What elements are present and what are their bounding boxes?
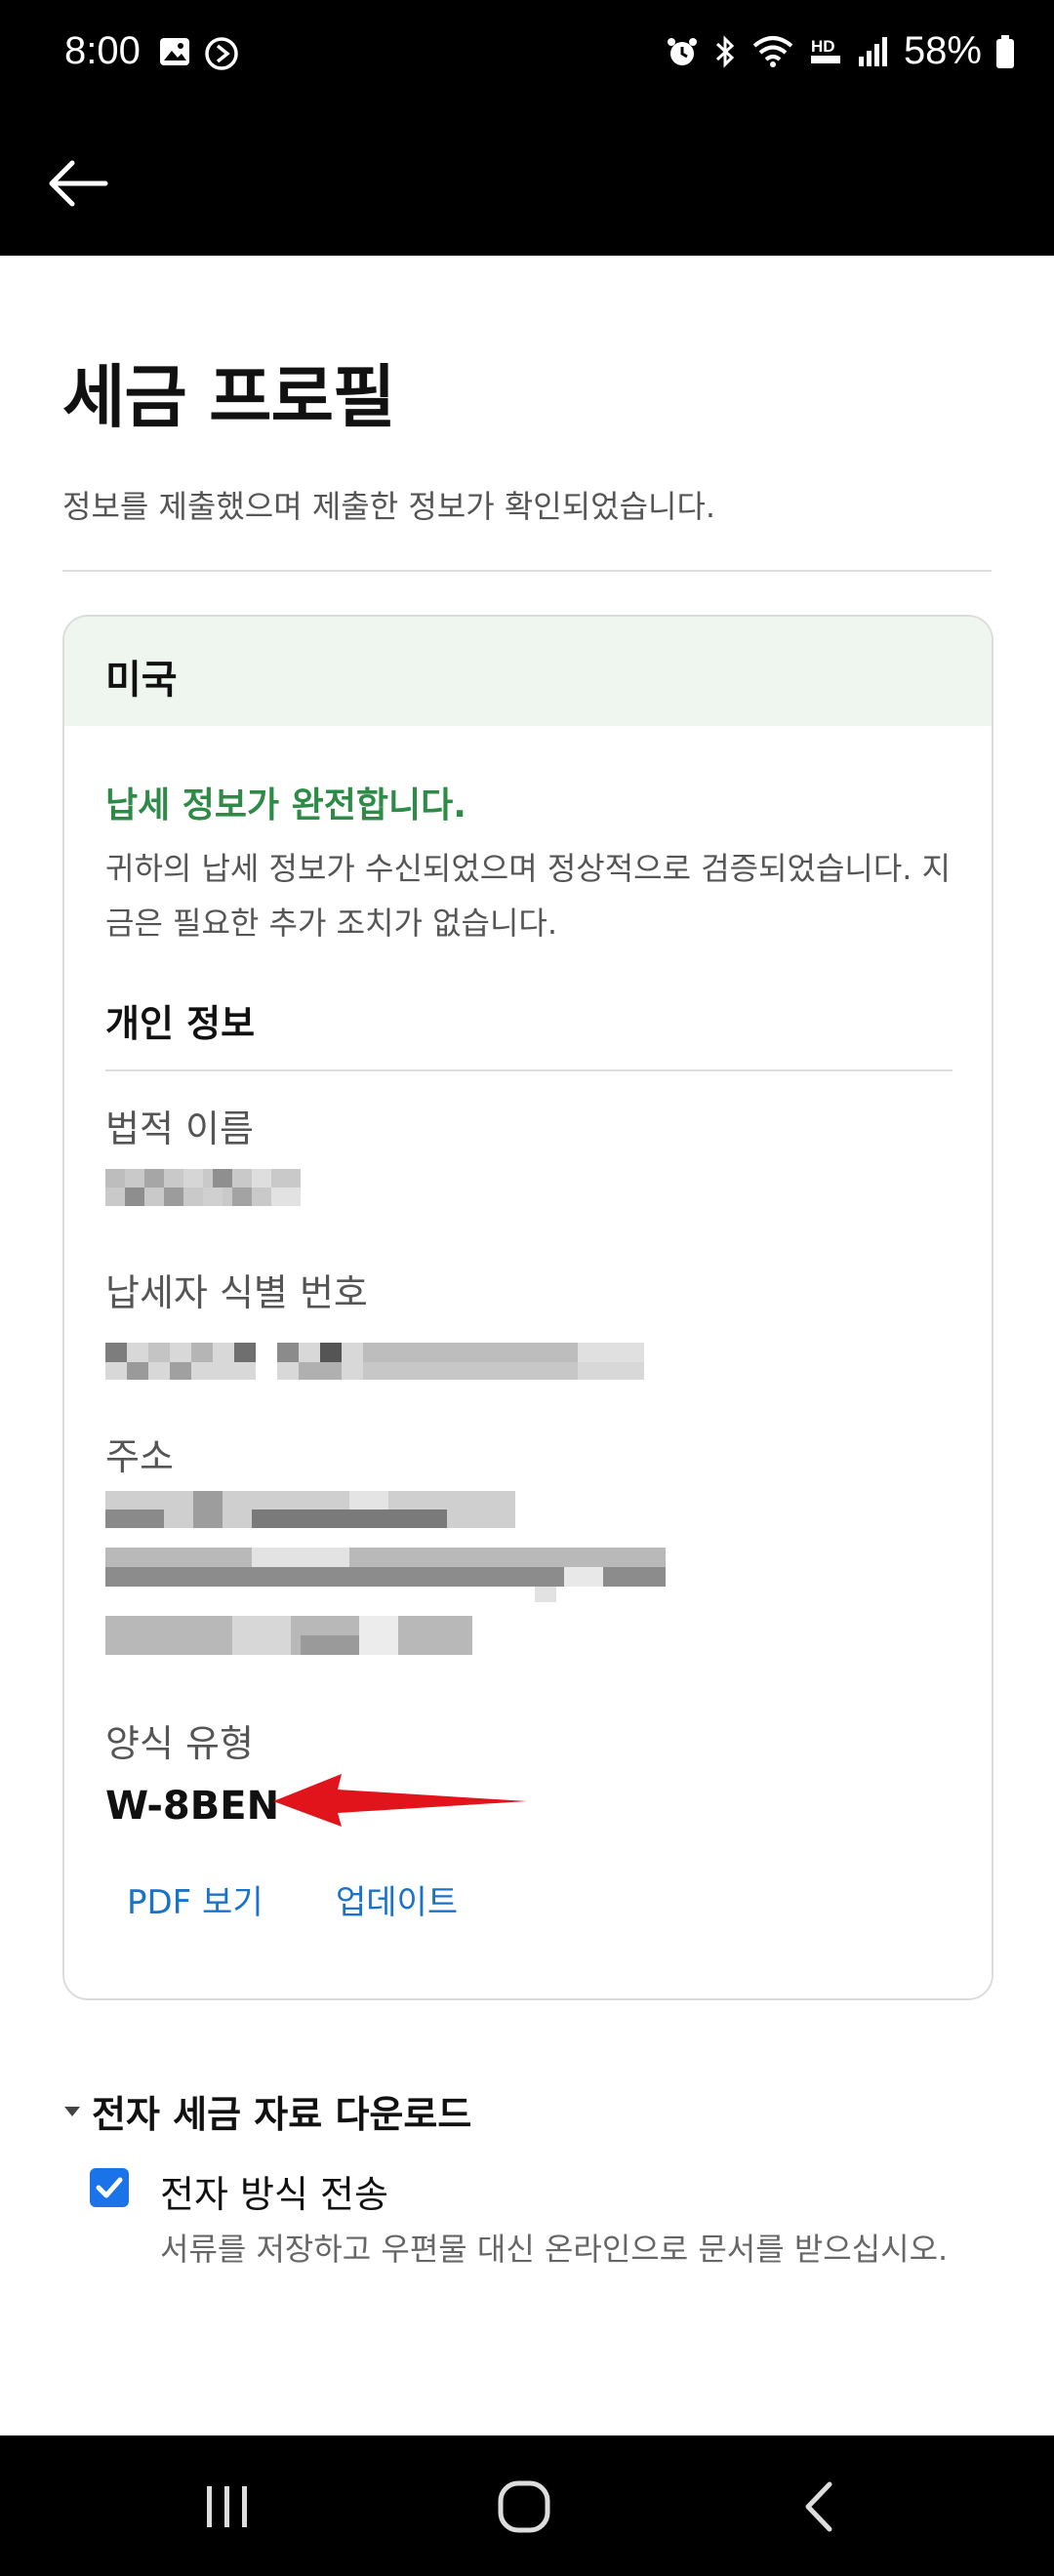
caret-down-icon (64, 2106, 80, 2116)
download-section-toggle[interactable]: 전자 세금 자료 다운로드 (62, 2084, 471, 2138)
status-title: 납세 정보가 완전합니다. (105, 785, 466, 825)
app-bar (0, 109, 1054, 256)
page-subtitle: 정보를 제출했으며 제출한 정보가 확인되었습니다. (62, 488, 716, 525)
country-label: 미국 (105, 658, 178, 703)
form-type-value: W-8BEN (105, 1784, 280, 1829)
tin-redacted (105, 1343, 644, 1380)
annotation-arrow (273, 1774, 527, 1827)
e-delivery-description: 서류를 저장하고 우편물 대신 온라인으로 문서를 받으십시오. (160, 2231, 949, 2268)
legal-name-label: 법적 이름 (105, 1107, 254, 1150)
status-description: 귀하의 납세 정보가 수신되었으며 정상적으로 검증되었습니다. 지금은 필요한… (105, 850, 952, 942)
system-back-button[interactable] (800, 2478, 839, 2535)
svg-text:HD: HD (811, 37, 835, 56)
recent-apps-button[interactable] (201, 2482, 254, 2531)
home-button[interactable] (496, 2478, 552, 2535)
tax-profile-card: 미국 납세 정보가 완전합니다. 귀하의 납세 정보가 수신되었으며 정상적으로… (62, 615, 993, 2000)
page-title: 세금 프로필 (62, 357, 395, 437)
bluetooth-icon (715, 34, 735, 68)
personal-info-title: 개인 정보 (105, 1002, 256, 1045)
e-delivery-checkbox[interactable] (90, 2168, 129, 2207)
signal-icon (858, 36, 887, 66)
section-divider (105, 1069, 953, 1071)
alarm-icon (667, 37, 697, 65)
tin-label: 납세자 식별 번호 (105, 1271, 368, 1314)
header-divider (62, 570, 992, 572)
battery-icon (996, 34, 1014, 68)
address-label: 주소 (105, 1435, 174, 1478)
checkmark-icon (96, 2177, 123, 2198)
system-nav-bar (0, 2435, 1054, 2576)
download-section-title: 전자 세금 자료 다운로드 (92, 2093, 472, 2136)
back-button[interactable] (43, 144, 121, 222)
image-icon (160, 38, 189, 65)
e-delivery-label: 전자 방식 전송 (160, 2173, 388, 2216)
status-time: 8:00 (64, 29, 141, 72)
form-type-label: 양식 유형 (105, 1722, 254, 1765)
arrow-left-icon (49, 160, 108, 207)
card-header: 미국 (64, 617, 992, 726)
sync-icon (205, 37, 238, 70)
wifi-icon (752, 35, 793, 67)
battery-percent: 58% (903, 29, 982, 72)
address-redacted (105, 1491, 666, 1655)
view-pdf-link[interactable]: PDF 보기 (127, 1875, 264, 1923)
legal-name-redacted (105, 1169, 301, 1206)
update-link[interactable]: 업데이트 (336, 1875, 458, 1923)
hd-voice-icon: HD (810, 37, 840, 63)
status-bar: 8:00 HD 58% (0, 0, 1054, 109)
